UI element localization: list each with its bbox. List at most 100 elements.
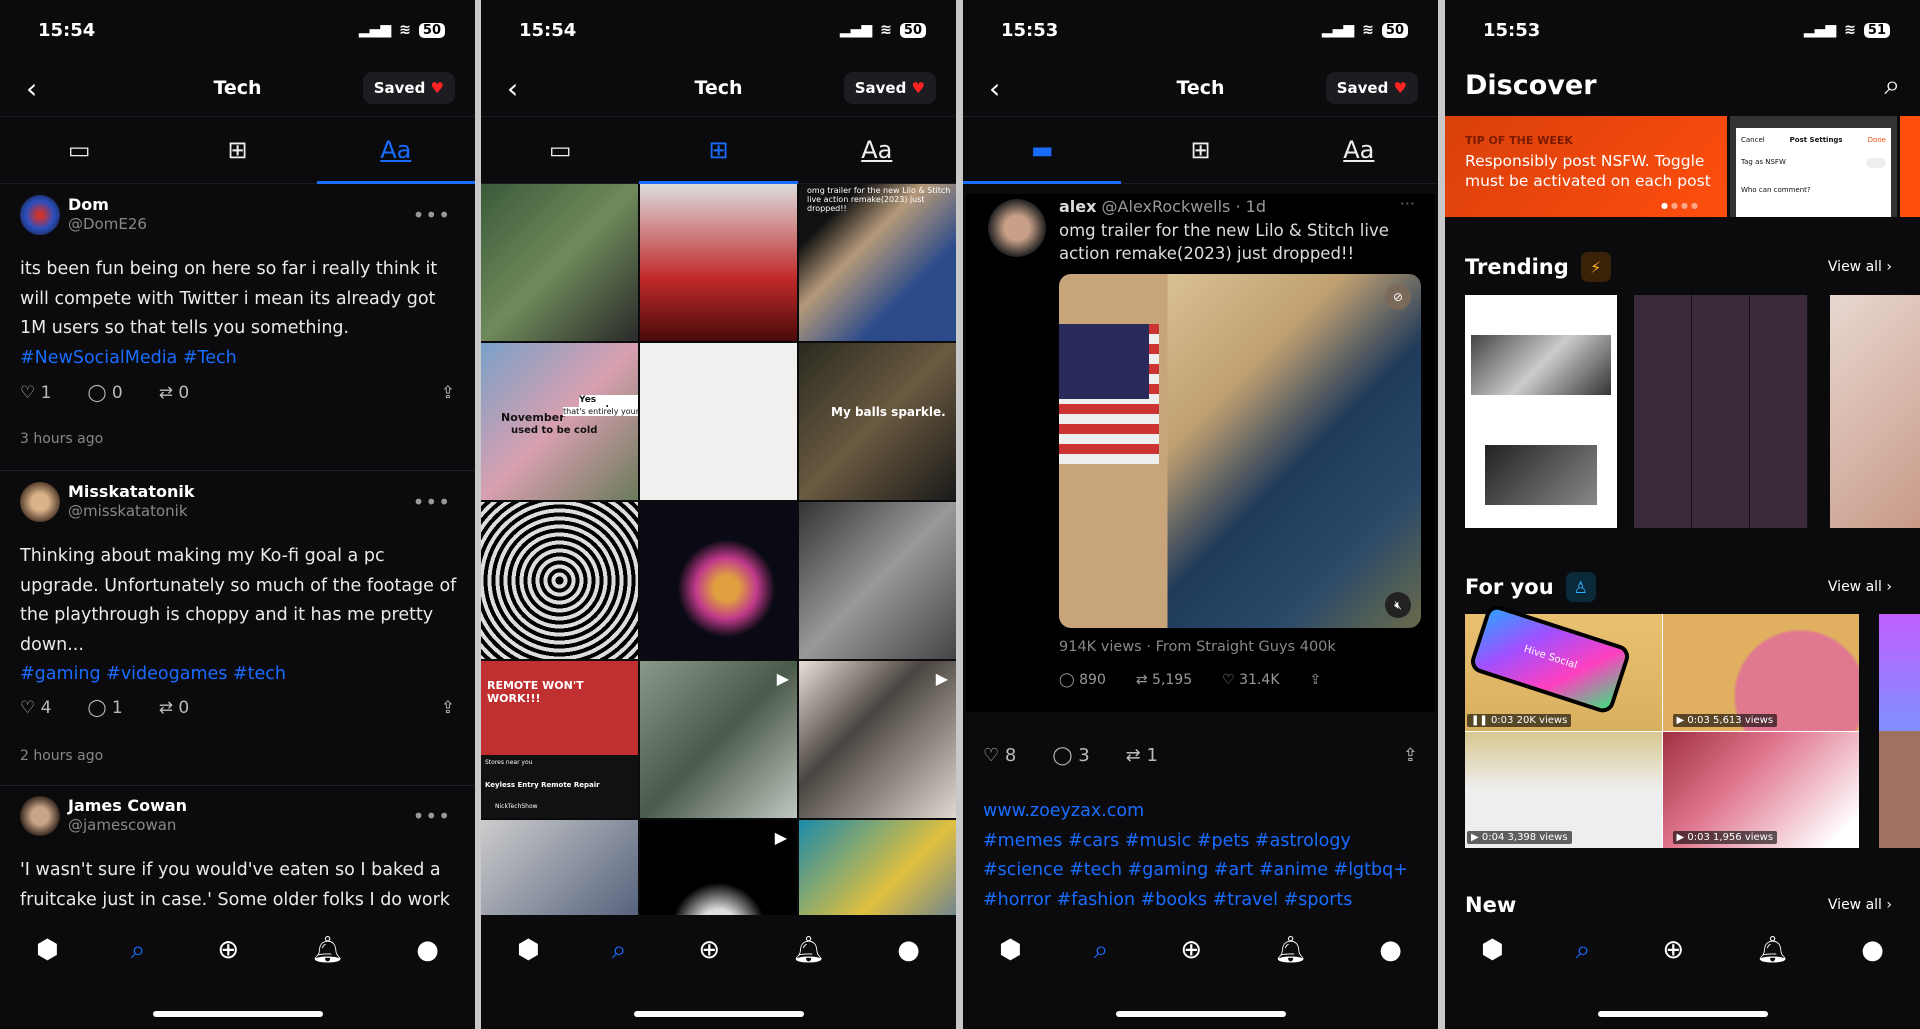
create-plus-icon[interactable]: ⊕ xyxy=(1180,935,1202,965)
tab-list-view[interactable]: ▭ xyxy=(481,117,639,183)
post-hashtags[interactable]: #horror #fashion #books #travel #sports xyxy=(983,886,1408,916)
view-all-link[interactable]: View all › xyxy=(1828,259,1892,275)
create-plus-icon[interactable]: ⊕ xyxy=(698,935,720,965)
back-button[interactable]: ‹ xyxy=(507,72,518,105)
video-tile[interactable]: ▶ 0:03 1,956 views xyxy=(1662,731,1859,848)
video-tile[interactable]: ▶ 0:03 5,613 views xyxy=(1662,614,1859,731)
post-author[interactable]: James Cowan xyxy=(68,796,187,815)
avatar[interactable] xyxy=(20,195,60,235)
avatar[interactable] xyxy=(20,796,60,836)
for-you-item[interactable]: Hive Social ❚❚ 0:03 20K views ▶ 0:03 5,61… xyxy=(1465,602,1859,848)
like-button[interactable]: ♡ 8 xyxy=(983,745,1016,766)
share-icon[interactable]: ⇪ xyxy=(441,383,455,403)
next-tip-banner[interactable] xyxy=(1900,116,1920,217)
hive-home-icon[interactable]: ⬢ xyxy=(999,935,1022,965)
post-link[interactable]: www.zoeyzax.com xyxy=(983,797,1408,827)
profile-avatar-icon[interactable]: ● xyxy=(1379,935,1402,965)
trending-item[interactable] xyxy=(1465,295,1617,528)
video-tile[interactable]: ▶ 0:04 3,398 views xyxy=(1465,731,1662,848)
bell-icon[interactable]: 🔔︎ xyxy=(1756,935,1789,965)
bell-icon[interactable]: 🔔︎ xyxy=(792,935,825,965)
post-hashtags[interactable]: #science #tech #gaming #art #anime #lgtb… xyxy=(983,856,1408,886)
grid-item[interactable] xyxy=(481,184,638,341)
grid-item[interactable]: omg trailer for the new Lilo & Stitch li… xyxy=(799,184,956,341)
post[interactable]: Misskatatonik @misskatatonik ••• Thinkin… xyxy=(20,482,456,772)
view-all-link[interactable]: View all › xyxy=(1828,897,1892,913)
create-plus-icon[interactable]: ⊕ xyxy=(217,935,239,965)
avatar[interactable] xyxy=(20,482,60,522)
bottom-nav: ⬢ ⌕ ⊕ 🔔︎ ● xyxy=(963,915,1438,985)
grid-item[interactable]: REMOTE WON'T WORK!!! Stores near you Keyle… xyxy=(481,661,638,818)
profile-avatar-icon[interactable]: ● xyxy=(416,935,439,965)
comment-button[interactable]: ◯ 0 xyxy=(87,383,122,403)
video-tile[interactable]: Hive Social ❚❚ 0:03 20K views xyxy=(1465,602,1662,731)
embedded-tweet-image[interactable]: alex @AlexRockwells · 1d ··· omg trailer… xyxy=(966,194,1435,712)
search-icon[interactable]: ⌕ xyxy=(131,935,146,966)
view-all-link[interactable]: View all › xyxy=(1828,579,1892,595)
back-button[interactable]: ‹ xyxy=(26,72,37,105)
more-options-icon[interactable]: ••• xyxy=(413,203,451,227)
captions-off-icon[interactable]: ⊘ xyxy=(1385,284,1411,310)
tab-text-view[interactable]: Aa xyxy=(1280,117,1438,183)
back-button[interactable]: ‹ xyxy=(989,72,1000,105)
hive-home-icon[interactable]: ⬢ xyxy=(1481,935,1504,965)
mute-icon[interactable]: 🔇︎ xyxy=(1385,592,1411,618)
tip-screenshot[interactable]: Cancel Post Settings Done Tag as NSFW Who … xyxy=(1730,116,1897,217)
bell-icon[interactable]: 🔔︎ xyxy=(1274,935,1307,965)
grid-item[interactable] xyxy=(799,502,956,659)
grid-item[interactable]: My balls sparkle. xyxy=(799,343,956,500)
grid-item[interactable] xyxy=(640,502,797,659)
grid-item[interactable] xyxy=(640,343,797,500)
grid-caption: Keyless Entry Remote Repair xyxy=(485,781,600,789)
saved-button[interactable]: Saved ♥ xyxy=(843,72,936,104)
post[interactable]: Dom @DomE26 ••• its been fun being on he… xyxy=(20,195,455,465)
trending-item[interactable] xyxy=(1830,295,1920,528)
create-plus-icon[interactable]: ⊕ xyxy=(1662,935,1684,965)
tab-grid-view[interactable]: ⊞ xyxy=(158,117,316,183)
saved-button[interactable]: Saved ♥ xyxy=(1325,72,1418,104)
grid-item[interactable]: NovemberYes grandmathat's entirely your … xyxy=(481,343,638,500)
search-icon[interactable]: ⌕ xyxy=(1094,935,1109,966)
video-thumbnail[interactable]: ⊘ 🔇︎ xyxy=(1059,274,1421,628)
grid-item[interactable] xyxy=(481,502,638,659)
share-icon[interactable]: ⇪ xyxy=(441,698,455,718)
hive-home-icon[interactable]: ⬢ xyxy=(517,935,540,965)
tip-banner[interactable]: TIP OF THE WEEK Responsibly post NSFW. T… xyxy=(1445,116,1727,217)
like-button[interactable]: ♡ 1 xyxy=(20,383,51,403)
search-icon[interactable]: ⌕ xyxy=(1576,935,1591,966)
repost-button[interactable]: ⇄ 0 xyxy=(159,383,189,403)
post-hashtags[interactable]: #memes #cars #music #pets #astrology xyxy=(983,827,1408,857)
carousel-dots[interactable]: ●●●● xyxy=(1661,201,1701,210)
search-icon[interactable]: ⌕ xyxy=(612,935,627,966)
post[interactable]: James Cowan @jamescowan ••• 'I wasn't su… xyxy=(20,796,455,916)
profile-avatar-icon[interactable]: ● xyxy=(1861,935,1884,965)
tab-list-view[interactable]: ▬ xyxy=(963,117,1122,184)
post-hashtags[interactable]: #gaming #videogames #tech xyxy=(20,664,286,684)
grid-item[interactable] xyxy=(640,184,797,341)
tab-grid-view[interactable]: ⊞ xyxy=(639,117,798,184)
comment-button[interactable]: ◯ 1 xyxy=(87,698,122,718)
more-options-icon[interactable]: ••• xyxy=(413,804,451,828)
tab-text-view[interactable]: Aa xyxy=(316,117,475,184)
hive-home-icon[interactable]: ⬢ xyxy=(36,935,59,965)
tab-grid-view[interactable]: ⊞ xyxy=(1121,117,1279,183)
more-options-icon[interactable]: ••• xyxy=(413,490,451,514)
bell-icon[interactable]: 🔔︎ xyxy=(311,935,344,965)
like-button[interactable]: ♡ 4 xyxy=(20,698,51,718)
tab-text-view[interactable]: Aa xyxy=(798,117,956,183)
trending-item[interactable] xyxy=(1634,295,1808,528)
post-author[interactable]: Misskatatonik xyxy=(68,482,195,501)
repost-button[interactable]: ⇄ 0 xyxy=(159,698,189,718)
tab-list-view[interactable]: ▭ xyxy=(0,117,158,183)
search-icon[interactable]: ⌕ xyxy=(1884,68,1900,102)
grid-item[interactable]: ▶ xyxy=(640,661,797,818)
grid-item[interactable]: ▶ xyxy=(799,661,956,818)
saved-button[interactable]: Saved ♥ xyxy=(362,72,455,104)
profile-avatar-icon[interactable]: ● xyxy=(897,935,920,965)
repost-button[interactable]: ⇄ 1 xyxy=(1126,745,1158,766)
for-you-item[interactable] xyxy=(1879,614,1920,848)
comment-button[interactable]: ◯ 3 xyxy=(1052,745,1089,766)
post-author[interactable]: Dom xyxy=(68,195,109,214)
post-hashtags[interactable]: #NewSocialMedia #Tech xyxy=(20,348,237,368)
share-icon[interactable]: ⇪ xyxy=(1403,745,1418,766)
